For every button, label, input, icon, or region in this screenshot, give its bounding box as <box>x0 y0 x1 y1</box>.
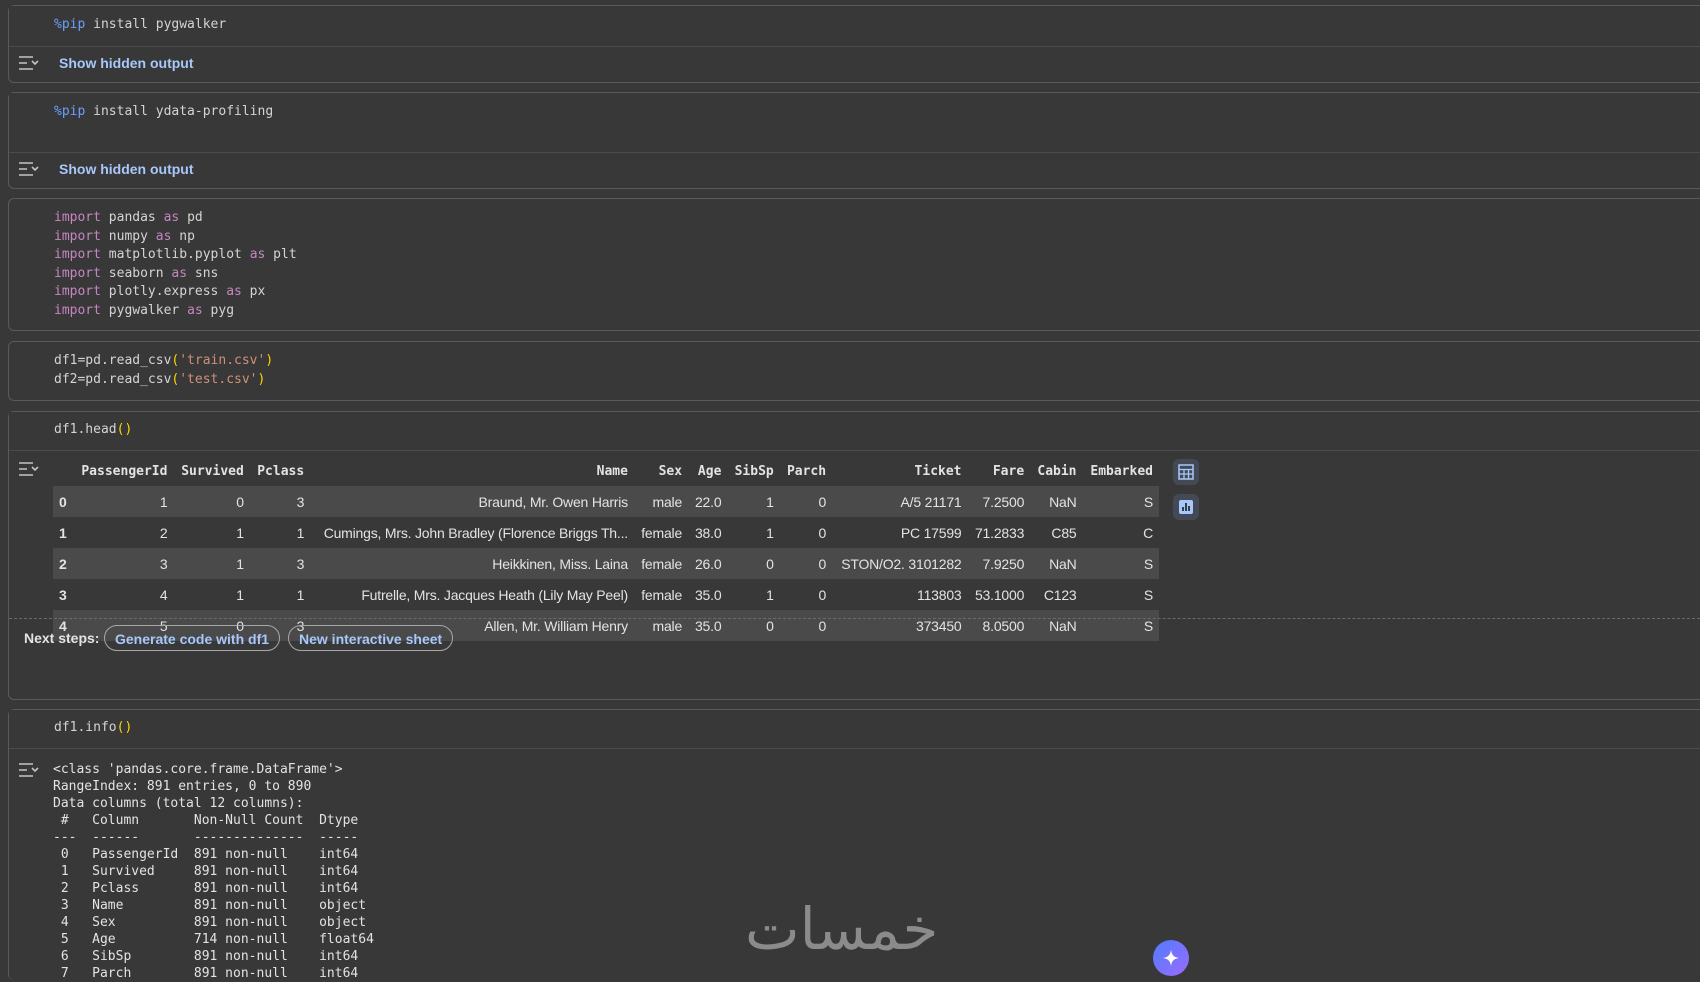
table-header-row: PassengerId Survived Pclass Name Sex Age… <box>53 456 1159 486</box>
code-line: import pygwalker as pyg <box>54 302 235 318</box>
chart-icon <box>1179 500 1193 514</box>
column-header <box>53 456 73 486</box>
code-cell-pip-ydata[interactable]: %pip install ydata-profiling Show hidden… <box>8 92 1700 189</box>
code-line: import numpy as np <box>54 228 195 244</box>
code-cell-imports[interactable]: import pandas as pd import numpy as np imp… <box>8 198 1700 331</box>
code-line: import plotly.express as px <box>54 284 266 299</box>
output-toggle-icon[interactable] <box>17 54 39 72</box>
column-header: SibSp <box>734 463 774 479</box>
code-line: import seaborn as sns <box>54 265 219 281</box>
code-text: df1.info <box>54 720 117 735</box>
column-header: Survived <box>181 463 244 479</box>
table-row: 3 4 1 1 Futrelle, Mrs. Jacques Heath (Lily M… <box>53 579 1159 610</box>
table-view-button[interactable] <box>1173 459 1199 485</box>
code-text: install ydata-profiling <box>85 104 274 119</box>
next-steps-label: Next steps: <box>24 630 100 646</box>
magic-command: %pip <box>54 17 86 32</box>
code-paren: () <box>116 720 133 735</box>
generate-code-button[interactable]: Generate code with df1 <box>104 625 281 651</box>
code-editor[interactable]: df1.info() <box>9 710 1700 749</box>
info-output-text: <class 'pandas.core.frame.DataFrame'> Ra… <box>53 762 374 981</box>
output-toggle-icon[interactable] <box>17 761 39 779</box>
column-header: Name <box>596 463 628 479</box>
code-editor[interactable]: %pip install ydata-profiling <box>9 93 1700 153</box>
output-toggle-icon[interactable] <box>17 460 39 478</box>
table-row: 1 2 1 1 Cumings, Mrs. John Bradley (Florence… <box>53 517 1159 548</box>
table-icon <box>1178 464 1194 480</box>
column-header: PassengerId <box>81 463 168 479</box>
code-text: install pygwalker <box>85 17 227 32</box>
column-header: Age <box>697 463 722 479</box>
dataframe-table: PassengerId Survived Pclass Name Sex Age… <box>53 456 1159 641</box>
magic-command: %pip <box>54 104 86 119</box>
code-cell-pip-pygwalker[interactable]: %pip install pygwalker Show hidden outpu… <box>8 5 1700 83</box>
column-header: Cabin <box>1037 463 1077 479</box>
gemini-button[interactable] <box>1153 940 1189 976</box>
code-editor[interactable]: %pip install pygwalker <box>9 6 1700 47</box>
table-row: 2 3 1 3 Heikkinen, Miss. Laina female 26.0 0 0 ST… <box>53 548 1159 579</box>
sparkle-icon <box>1162 949 1180 967</box>
code-editor[interactable]: df1=pd.read_csv('train.csv') df2=pd.read_… <box>54 352 273 389</box>
code-editor[interactable]: df1.head() <box>9 412 1700 451</box>
code-line: df2=pd.read_csv('test.csv') <box>54 371 266 387</box>
column-header: Fare <box>992 463 1025 479</box>
code-line: import pandas as pd <box>54 210 203 225</box>
new-interactive-sheet-button[interactable]: New interactive sheet <box>288 625 454 651</box>
column-header: Sex <box>658 463 683 479</box>
code-editor[interactable]: import pandas as pd import numpy as np imp… <box>54 209 297 320</box>
code-paren: () <box>116 422 133 437</box>
code-line: import matplotlib.pyplot as plt <box>54 247 297 262</box>
column-header: Parch <box>786 463 827 479</box>
column-header: Pclass <box>257 463 305 479</box>
column-header: Ticket <box>914 463 962 479</box>
code-cell-read-csv[interactable]: df1=pd.read_csv('train.csv') df2=pd.read_… <box>8 341 1700 401</box>
show-hidden-output-link[interactable]: Show hidden output <box>59 161 194 177</box>
suggest-chart-button[interactable] <box>1173 494 1199 520</box>
table-row: 0 1 0 3 Braund, Mr. Owen Harris male 22.0 1 0 A/5… <box>53 486 1159 517</box>
code-line: df1=pd.read_csv('train.csv') <box>54 353 274 368</box>
column-header: Embarked <box>1090 463 1153 479</box>
code-cell-head[interactable]: df1.head() PassengerId Survived Pclass N… <box>8 411 1700 700</box>
output-divider <box>9 618 1700 619</box>
output-toggle-icon[interactable] <box>17 160 39 178</box>
show-hidden-output-link[interactable]: Show hidden output <box>59 55 194 71</box>
code-text: df1.head <box>54 422 117 437</box>
watermark-logo: خمسات <box>745 895 939 963</box>
